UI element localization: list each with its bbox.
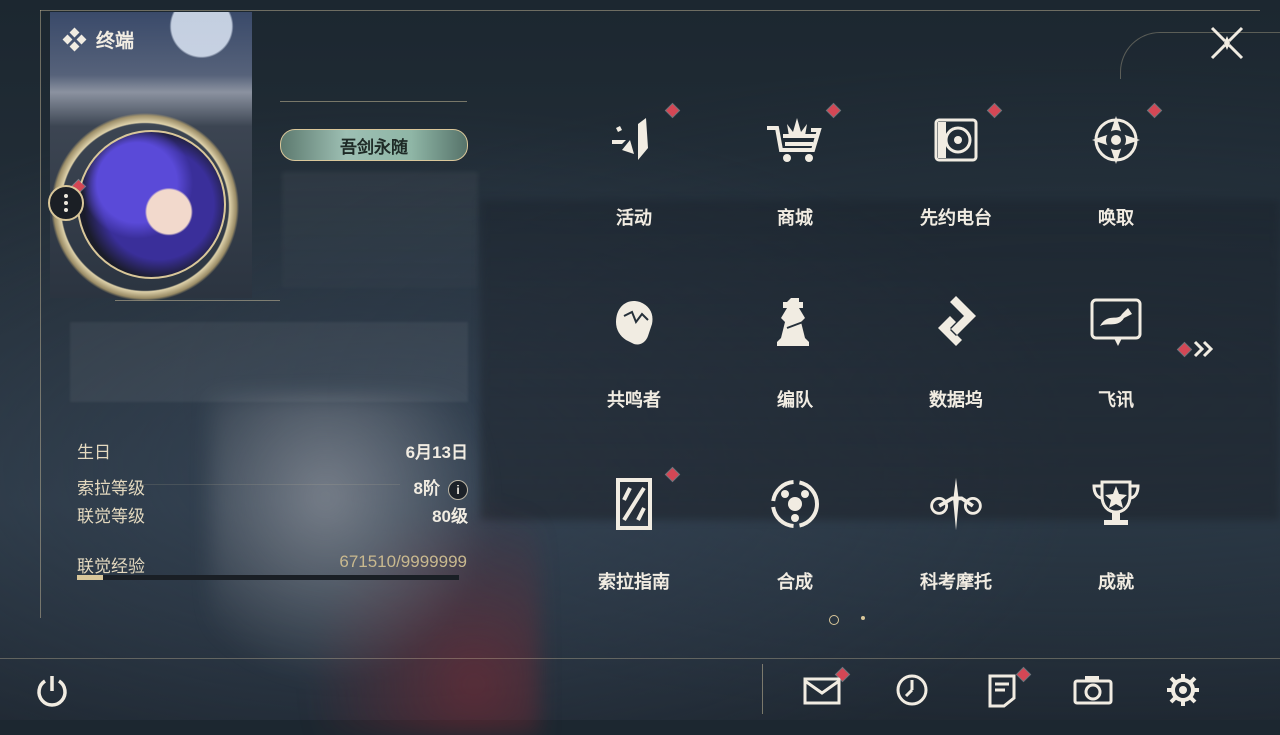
- mail-button[interactable]: [802, 668, 849, 710]
- bottom-bar-divider: [762, 664, 763, 714]
- menu-item-data-dock[interactable]: 数据坞: [896, 282, 1016, 432]
- page-indicator-active[interactable]: [829, 615, 839, 625]
- sola-level-label: 索拉等级: [77, 479, 145, 498]
- union-level-value: 80级: [432, 507, 468, 526]
- menu-item-achievements[interactable]: 成就: [1056, 464, 1176, 614]
- menu-item-motorcycle[interactable]: 科考摩托: [896, 464, 1016, 614]
- menu-item-team[interactable]: 编队: [735, 282, 855, 432]
- page-title: 终端: [96, 31, 135, 52]
- menu-item-label: 编队: [777, 390, 813, 410]
- menu-item-label: 合成: [777, 572, 813, 592]
- divider-line: [280, 101, 467, 102]
- clock-icon: [896, 674, 928, 706]
- player-signature-blurred[interactable]: [70, 322, 468, 402]
- notification-badge: [1178, 342, 1191, 356]
- menu-item-label: 飞讯: [1098, 390, 1134, 410]
- frame-line-top: [40, 10, 1260, 11]
- settings-gear-icon: [1167, 674, 1199, 706]
- notification-badge: [1148, 104, 1161, 117]
- menu-item-summon[interactable]: 唤取: [1056, 100, 1176, 250]
- divider-line: [140, 484, 400, 485]
- power-button[interactable]: [34, 673, 70, 709]
- power-icon: [37, 676, 67, 707]
- avatar-more-button[interactable]: [48, 185, 84, 221]
- sola-level-value: 8阶: [413, 479, 440, 498]
- birthday-label: 生日: [77, 443, 111, 462]
- menu-item-label: 索拉指南: [598, 572, 670, 592]
- menu-item-label: 活动: [616, 208, 652, 228]
- notice-icon: [988, 674, 1016, 708]
- synthesis-icon: [765, 474, 825, 534]
- radio-icon: [926, 110, 986, 170]
- birthday-value: 6月13日: [405, 443, 468, 462]
- close-icon: [1210, 26, 1244, 60]
- menu-item-label: 商城: [777, 208, 813, 228]
- guide-book-icon: [604, 474, 664, 534]
- avatar[interactable]: [77, 130, 226, 279]
- message-chat-icon: [1086, 292, 1146, 352]
- union-exp-progress-fill: [77, 575, 103, 580]
- frame-corner-right: [1120, 32, 1280, 79]
- union-level-label: 联觉等级: [77, 507, 145, 526]
- menu-item-radio[interactable]: 先约电台: [896, 100, 1016, 250]
- camera-button[interactable]: [1072, 670, 1114, 710]
- menu-item-synthesis[interactable]: 合成: [735, 464, 855, 614]
- info-icon[interactable]: i: [448, 479, 468, 500]
- union-exp-label: 联觉经验: [77, 557, 145, 576]
- menu-item-label: 数据坞: [929, 390, 983, 410]
- resonator-head-icon: [604, 292, 664, 352]
- notification-badge: [988, 104, 1001, 117]
- close-button[interactable]: [1208, 24, 1246, 62]
- menu-item-label: 共鸣者: [607, 390, 661, 410]
- team-chess-icon: [765, 292, 825, 352]
- notification-badge: [827, 104, 840, 117]
- settings-button[interactable]: [1162, 670, 1204, 710]
- sola-level-row: 8阶 i: [414, 474, 468, 500]
- notification-badge: [666, 104, 679, 117]
- notification-badge: [1017, 668, 1030, 681]
- menu-item-sola-guide[interactable]: 索拉指南: [574, 464, 694, 614]
- terminal-diamond-icon: [62, 27, 87, 51]
- time-button[interactable]: [891, 670, 933, 710]
- motorcycle-icon: [926, 474, 986, 534]
- union-exp-value: 671510/9999999: [339, 552, 467, 571]
- double-chevron-right-icon: [1193, 340, 1214, 358]
- data-dock-icon: [926, 292, 986, 352]
- menu-item-shop[interactable]: 商城: [735, 100, 855, 250]
- menu-item-label: 成就: [1098, 572, 1134, 592]
- title-badge[interactable]: 吾剑永随: [280, 129, 468, 161]
- menu-item-label: 先约电台: [920, 208, 992, 228]
- trophy-icon: [1086, 474, 1146, 534]
- shop-cart-icon: [765, 110, 825, 170]
- notification-badge: [666, 468, 679, 481]
- player-name-blurred: [282, 172, 478, 288]
- summon-compass-icon: [1086, 110, 1146, 170]
- frame-line-left: [40, 10, 41, 618]
- menu-item-label: 科考摩托: [920, 572, 992, 592]
- frame-line-bottom: [0, 658, 1280, 659]
- menu-item-label: 唤取: [1098, 208, 1134, 228]
- menu-item-resonator[interactable]: 共鸣者: [574, 282, 694, 432]
- camera-icon: [1073, 676, 1113, 705]
- page-indicator[interactable]: [861, 616, 865, 620]
- next-page-button[interactable]: [1178, 340, 1215, 358]
- terminal-header: 终端: [62, 26, 135, 53]
- mail-icon: [803, 677, 841, 705]
- activity-icon: [604, 110, 664, 170]
- menu-item-messages[interactable]: 飞讯: [1056, 282, 1176, 432]
- union-exp-progress-bar: [77, 575, 459, 580]
- notice-button[interactable]: [981, 668, 1030, 710]
- menu-item-activity[interactable]: 活动: [574, 100, 694, 250]
